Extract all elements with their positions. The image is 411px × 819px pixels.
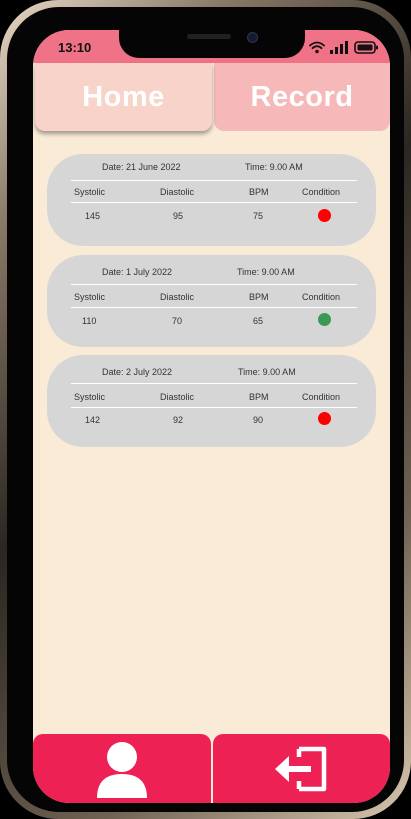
status-time: 13:10	[58, 40, 92, 55]
condition-indicator	[318, 412, 331, 425]
header-diastolic: Diastolic	[160, 292, 195, 302]
profile-button[interactable]	[33, 734, 211, 803]
diastolic-value: 95	[173, 211, 184, 221]
speaker-grille	[187, 34, 231, 39]
divider	[71, 307, 357, 308]
notch	[119, 30, 305, 58]
front-camera	[247, 32, 258, 43]
record-date: Date: 1 July 2022	[102, 267, 173, 277]
condition-indicator	[318, 209, 331, 222]
record-card[interactable]: Date: 2 July 2022 Time: 9.00 AM Systolic…	[47, 355, 376, 447]
logout-button[interactable]	[213, 734, 390, 803]
record-time: Time: 9.00 AM	[237, 267, 295, 277]
phone-frame: 13:10 Home Record Date: 21 June 2022 Tim…	[0, 0, 411, 819]
phone-bezel: 13:10 Home Record Date: 21 June 2022 Tim…	[7, 7, 404, 812]
app-screen: 13:10 Home Record Date: 21 June 2022 Tim…	[33, 30, 390, 803]
record-date: Date: 21 June 2022	[102, 162, 181, 172]
record-time: Time: 9.00 AM	[238, 367, 296, 377]
record-card[interactable]: Date: 1 July 2022 Time: 9.00 AM Systolic…	[47, 255, 376, 347]
wifi-icon	[309, 41, 325, 54]
header-diastolic: Diastolic	[160, 392, 195, 402]
header-condition: Condition	[302, 292, 341, 302]
bpm-value: 75	[253, 211, 264, 221]
divider	[71, 180, 357, 181]
header-systolic: Systolic	[74, 392, 106, 402]
header-bpm: BPM	[249, 392, 269, 402]
tab-bar: Home Record	[33, 63, 390, 131]
header-bpm: BPM	[249, 292, 269, 302]
diastolic-value: 92	[173, 415, 184, 425]
profile-icon	[97, 741, 147, 798]
tab-home[interactable]: Home	[35, 63, 212, 131]
header-bpm: BPM	[249, 187, 269, 197]
systolic-value: 145	[85, 211, 101, 221]
logout-icon	[274, 746, 326, 791]
bpm-value: 90	[253, 415, 264, 425]
diastolic-value: 70	[172, 316, 183, 326]
signal-icon	[330, 41, 348, 54]
systolic-value: 110	[82, 316, 97, 326]
record-time: Time: 9.00 AM	[245, 162, 303, 172]
header-systolic: Systolic	[74, 292, 106, 302]
header-condition: Condition	[302, 392, 341, 402]
divider	[71, 202, 357, 203]
tab-record[interactable]: Record	[214, 63, 390, 131]
battery-icon	[354, 41, 378, 54]
systolic-value: 142	[85, 415, 101, 425]
status-bar: 13:10	[33, 30, 390, 63]
condition-indicator	[318, 313, 331, 326]
bpm-value: 65	[253, 316, 264, 326]
header-condition: Condition	[302, 187, 341, 197]
header-diastolic: Diastolic	[160, 187, 195, 197]
divider	[71, 284, 357, 285]
divider	[71, 383, 357, 384]
header-systolic: Systolic	[74, 187, 106, 197]
bottom-nav	[33, 734, 390, 803]
divider	[71, 407, 357, 408]
record-card[interactable]: Date: 21 June 2022 Time: 9.00 AM Systoli…	[47, 154, 376, 246]
record-date: Date: 2 July 2022	[102, 367, 173, 377]
